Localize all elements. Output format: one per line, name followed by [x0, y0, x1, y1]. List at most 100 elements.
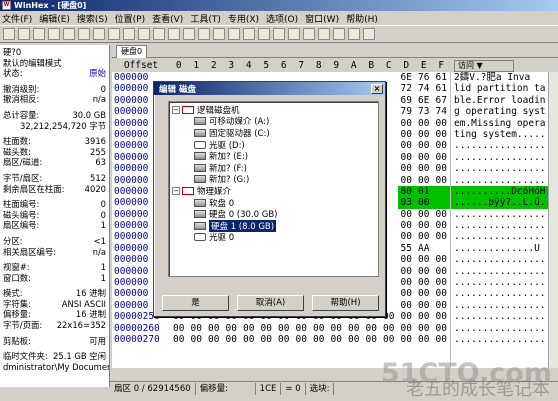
hex-byte[interactable]: 00: [415, 220, 433, 231]
hex-byte[interactable]: 00: [240, 334, 258, 345]
hex-byte[interactable]: [433, 243, 451, 254]
hex-byte[interactable]: 00: [433, 231, 451, 242]
menu-item[interactable]: 专用(X): [228, 12, 259, 25]
hex-byte[interactable]: 00: [293, 334, 311, 345]
hex-byte[interactable]: 00: [275, 334, 293, 345]
menu-item[interactable]: 帮助(H): [346, 12, 378, 25]
hex-byte[interactable]: 00: [205, 334, 223, 345]
hex-byte[interactable]: [432, 197, 450, 209]
menu-item[interactable]: 编辑(E): [39, 12, 70, 25]
calculator-icon[interactable]: [333, 28, 345, 40]
hex-byte[interactable]: 03: [397, 197, 415, 209]
properties-icon[interactable]: [63, 28, 75, 40]
hex-byte[interactable]: 00: [415, 140, 433, 151]
hex-byte[interactable]: 00: [398, 129, 416, 140]
hex-byte[interactable]: 00: [415, 197, 433, 209]
menu-item[interactable]: 位置(P): [115, 12, 145, 25]
hex-byte[interactable]: 00: [345, 323, 363, 334]
tree-item-logical[interactable]: 新加? (E:): [172, 150, 375, 162]
disk-tree[interactable]: − 逻辑磁盘机 可移动媒介 (A:) 固定驱动器 (C:) 光驱 (D:) 新加? (E:…: [168, 101, 379, 277]
cut-icon[interactable]: [93, 28, 105, 40]
hex-byte[interactable]: 00: [415, 323, 433, 334]
hex-byte[interactable]: 00: [170, 334, 188, 345]
find-icon[interactable]: [153, 28, 165, 40]
hex-byte[interactable]: 00: [223, 334, 241, 345]
hex-byte[interactable]: 00: [293, 323, 311, 334]
hex-byte[interactable]: 73: [415, 106, 433, 117]
hex-byte[interactable]: 00: [328, 334, 346, 345]
save-icon[interactable]: [33, 28, 45, 40]
tree-group-physical[interactable]: − 物理媒介: [172, 185, 375, 197]
hex-byte[interactable]: 00: [415, 300, 433, 311]
tree-item-logical[interactable]: 可移动媒介 (A:): [172, 116, 375, 127]
hex-byte[interactable]: 76: [415, 72, 433, 83]
hex-byte[interactable]: 74: [415, 83, 433, 94]
hex-byte[interactable]: 00: [188, 334, 206, 345]
hex-byte[interactable]: 00: [275, 323, 293, 334]
tree-item-logical[interactable]: 光驱 (D:): [172, 139, 375, 151]
hex-byte[interactable]: 00: [433, 334, 451, 345]
tree-group-logical[interactable]: − 逻辑磁盘机: [172, 104, 375, 116]
open-icon[interactable]: [18, 28, 30, 40]
menu-item[interactable]: 选项(O): [266, 12, 298, 25]
hex-byte[interactable]: 00: [398, 266, 416, 277]
hex-byte[interactable]: [432, 185, 450, 198]
hex-byte[interactable]: 72: [398, 83, 416, 94]
hex-byte[interactable]: 00: [398, 140, 416, 151]
hex-byte[interactable]: 00: [433, 277, 451, 288]
hex-byte[interactable]: 00: [310, 323, 328, 334]
hex-byte[interactable]: 00: [345, 334, 363, 345]
tab-disk0[interactable]: 硬盘0: [116, 45, 148, 58]
zoom-icon[interactable]: [318, 28, 330, 40]
hex-byte[interactable]: 00: [380, 323, 398, 334]
tree-item-logical[interactable]: 新加? (F:): [172, 162, 375, 174]
first-icon[interactable]: [258, 28, 270, 40]
hex-byte[interactable]: 00: [415, 163, 433, 174]
hex-byte[interactable]: 00: [398, 334, 416, 345]
hex-byte[interactable]: 6E: [415, 95, 433, 106]
hex-byte[interactable]: 00: [433, 209, 451, 220]
collapse-toggle[interactable]: −: [172, 186, 180, 195]
hex-byte[interactable]: 00: [363, 334, 381, 345]
hex-byte[interactable]: 74: [433, 106, 451, 117]
hex-byte[interactable]: 80: [397, 185, 415, 198]
find-hex-icon[interactable]: [168, 28, 180, 40]
dialog-close-button[interactable]: ×: [371, 83, 383, 94]
ram-icon[interactable]: [303, 28, 315, 40]
help-icon[interactable]: [363, 28, 375, 40]
hex-byte[interactable]: 00: [415, 118, 433, 129]
hex-byte[interactable]: 00: [433, 163, 451, 174]
hex-byte[interactable]: 55: [398, 243, 416, 254]
hex-byte[interactable]: 00: [433, 288, 451, 299]
menu-item[interactable]: 查看(V): [152, 12, 183, 25]
hex-byte[interactable]: 00: [398, 152, 416, 163]
view-icon[interactable]: [348, 28, 360, 40]
copy-icon[interactable]: [108, 28, 120, 40]
hex-byte[interactable]: 00: [415, 288, 433, 299]
hex-byte[interactable]: 00: [398, 163, 416, 174]
hex-byte[interactable]: 00: [258, 323, 276, 334]
hex-byte[interactable]: 00: [433, 140, 451, 151]
hex-byte[interactable]: 00: [433, 311, 451, 322]
hex-byte[interactable]: 01: [415, 185, 433, 198]
hex-byte[interactable]: 00: [398, 277, 416, 288]
hex-byte[interactable]: 00: [398, 231, 416, 242]
hex-byte[interactable]: 00: [258, 334, 276, 345]
hex-byte[interactable]: 00: [188, 323, 206, 334]
hex-byte[interactable]: 00: [433, 266, 451, 277]
hex-byte[interactable]: 00: [415, 311, 433, 322]
hex-byte[interactable]: 00: [433, 129, 451, 140]
hex-byte[interactable]: 61: [433, 83, 451, 94]
hex-byte[interactable]: 00: [433, 300, 451, 311]
hex-byte[interactable]: 00: [398, 288, 416, 299]
collapse-toggle[interactable]: −: [172, 105, 180, 114]
hex-byte[interactable]: 00: [398, 311, 416, 322]
ok-button[interactable]: 是: [162, 295, 229, 311]
hex-byte[interactable]: AA: [415, 243, 433, 254]
help-button[interactable]: 帮助(H): [312, 295, 379, 311]
hex-byte[interactable]: 00: [398, 254, 416, 265]
hex-byte[interactable]: 00: [433, 118, 451, 129]
hex-byte[interactable]: 00: [415, 175, 433, 186]
paste-icon[interactable]: [123, 28, 135, 40]
tree-item-physical[interactable]: 硬盘 0 (30.0 GB): [172, 208, 375, 220]
